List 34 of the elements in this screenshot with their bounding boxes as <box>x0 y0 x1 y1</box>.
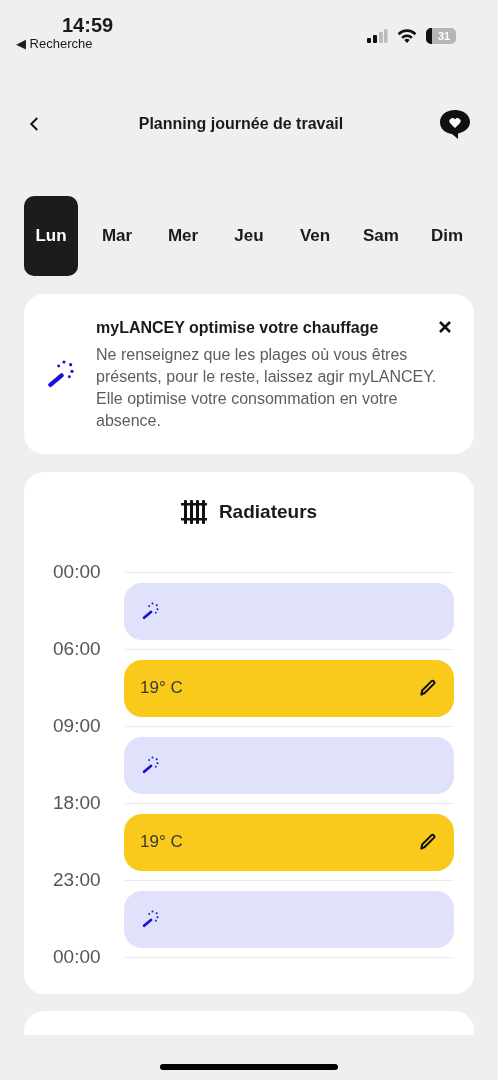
page-title: Planning journée de travail <box>138 114 344 134</box>
time-label: 00:00 <box>52 945 102 970</box>
signal-icon <box>366 28 388 44</box>
battery-indicator: 31 <box>426 28 456 44</box>
clock: 14:59 <box>61 14 114 36</box>
time-label: 00:00 <box>52 560 102 585</box>
day-tab[interactable]: Ven <box>288 196 342 276</box>
pencil-icon[interactable] <box>418 832 438 852</box>
magic-wand-icon <box>140 755 160 775</box>
temperature-slot[interactable]: 19° C <box>124 659 454 717</box>
day-tab[interactable]: Mar <box>90 196 144 276</box>
wifi-icon <box>396 28 418 44</box>
time-label: 23:00 <box>52 868 102 893</box>
close-icon[interactable] <box>438 320 452 334</box>
temperature-label: 19° C <box>140 831 183 854</box>
day-tab[interactable]: Mer <box>156 196 210 276</box>
day-tab[interactable]: Jeu <box>222 196 276 276</box>
time-label: 06:00 <box>52 637 102 662</box>
pencil-icon[interactable] <box>418 678 438 698</box>
magic-wand-icon <box>140 601 160 621</box>
back-to-app-link[interactable]: ◀ Recherche <box>16 36 114 52</box>
schedule-title: Radiateurs <box>218 500 318 524</box>
radiator-icon <box>180 500 207 525</box>
chat-heart-icon[interactable] <box>438 108 472 140</box>
info-title: myLANCEY optimise votre chauffage <box>96 318 379 338</box>
temperature-slot[interactable]: 19° C <box>124 813 454 871</box>
magic-wand-icon <box>140 909 160 929</box>
temperature-label: 19° C <box>140 677 183 700</box>
day-tab[interactable]: Sam <box>354 196 408 276</box>
time-label: 09:00 <box>52 714 102 739</box>
time-label: 18:00 <box>52 791 102 816</box>
day-tab[interactable]: Dim <box>420 196 474 276</box>
day-tab[interactable]: Lun <box>24 196 78 276</box>
info-text: Ne renseignez que les plages où vous êtres présents, pour le reste, laissez agir myLANCEY. Elle optimise votre consommation en votre absence. <box>96 345 438 431</box>
